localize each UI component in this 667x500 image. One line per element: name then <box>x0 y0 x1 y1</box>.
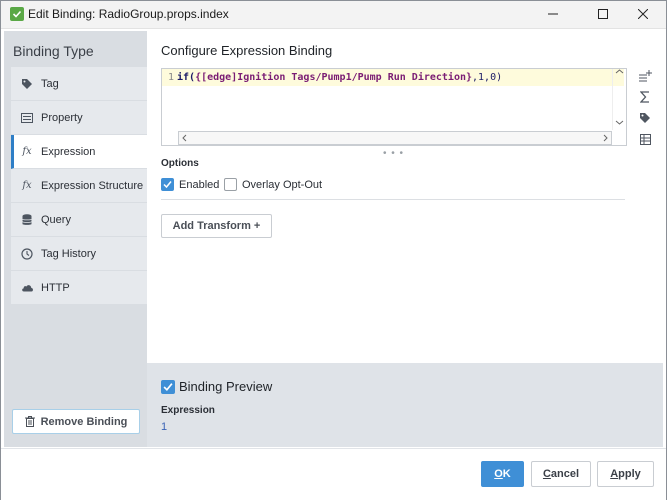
clock-icon <box>19 247 35 261</box>
remove-binding-label: Remove Binding <box>40 415 128 428</box>
binding-type-label: Property <box>41 111 83 124</box>
check-icon <box>10 7 24 21</box>
overlay-opt-out-checkbox[interactable] <box>224 178 237 191</box>
divider <box>161 199 625 200</box>
ok-label: OK <box>494 468 511 480</box>
ok-button[interactable]: OK <box>481 461 524 487</box>
maximize-icon <box>598 8 608 22</box>
dialog-footer: OK Cancel Apply <box>1 448 666 500</box>
binding-type-expression[interactable]: fx Expression <box>11 135 149 169</box>
checkmark-icon <box>163 382 173 391</box>
binding-type-label: Tag History <box>41 247 97 260</box>
checkmark-icon <box>163 181 172 189</box>
code-tag-path: {[edge]Ignition Tags/Pump1/Pump Run Dire… <box>195 72 473 83</box>
fx-icon: fx <box>19 179 35 193</box>
fx-glyph: fx <box>22 146 32 157</box>
binding-type-query[interactable]: Query <box>11 203 149 237</box>
close-icon <box>637 8 649 22</box>
code-prefix: if( <box>177 72 196 83</box>
binding-type-panel: Binding Type Tag Property fx Expression … <box>4 31 149 447</box>
list-icon <box>19 111 35 125</box>
configure-panel: Configure Expression Binding 1 if({[edge… <box>147 31 663 361</box>
binding-type-property[interactable]: Property <box>11 101 149 135</box>
overlay-opt-out-option[interactable]: Overlay Opt-Out <box>224 178 322 191</box>
line-number: 1 <box>168 72 175 83</box>
trash-icon <box>24 416 35 427</box>
options-label: Options <box>161 158 199 169</box>
minimize-button[interactable] <box>530 1 576 28</box>
binding-type-list: Tag Property fx Expression fx Expression… <box>11 67 149 305</box>
config-title: Configure Expression Binding <box>161 43 333 58</box>
sigma-icon[interactable] <box>637 89 653 105</box>
remove-binding-button[interactable]: Remove Binding <box>12 409 140 434</box>
binding-type-tag-history[interactable]: Tag History <box>11 237 149 271</box>
binding-type-tag[interactable]: Tag <box>11 67 149 101</box>
enabled-label: Enabled <box>179 178 220 191</box>
binding-preview-panel: Binding Preview Expression 1 <box>147 363 663 447</box>
apply-button[interactable]: Apply <box>597 461 654 487</box>
binding-type-heading: Binding Type <box>13 43 94 59</box>
database-icon <box>19 213 35 227</box>
fx-icon: fx <box>19 145 35 159</box>
binding-type-label: Expression Structure <box>41 179 144 192</box>
binding-type-expression-structure[interactable]: fx Expression Structure <box>11 169 149 203</box>
cancel-button[interactable]: Cancel <box>531 461 591 487</box>
binding-type-label: Tag <box>41 77 59 90</box>
binding-type-label: Query <box>41 213 71 226</box>
expression-editor[interactable]: 1 if({[edge]Ignition Tags/Pump1/Pump Run… <box>161 68 627 146</box>
tag-icon <box>19 77 35 91</box>
apply-label: Apply <box>610 468 641 480</box>
overlay-opt-out-label: Overlay Opt-Out <box>242 178 323 191</box>
resize-handle[interactable]: • • • <box>383 148 404 159</box>
cloud-icon <box>19 281 35 295</box>
editor-tools <box>637 68 653 152</box>
close-button[interactable] <box>620 1 666 28</box>
enabled-option[interactable]: Enabled <box>161 178 219 191</box>
binding-type-label: HTTP <box>41 281 70 294</box>
add-line-icon[interactable] <box>637 68 653 84</box>
expression-code[interactable]: if({[edge]Ignition Tags/Pump1/Pump Run D… <box>177 72 502 83</box>
title-bar: Edit Binding: RadioGroup.props.index <box>1 1 666 29</box>
editor-line: 1 if({[edge]Ignition Tags/Pump1/Pump Run… <box>162 69 624 86</box>
fx-glyph: fx <box>22 180 32 191</box>
tag-icon[interactable] <box>637 110 653 126</box>
minimize-icon <box>548 8 558 22</box>
binding-preview-header[interactable]: Binding Preview <box>161 379 272 394</box>
expression-label: Expression <box>161 405 215 416</box>
add-transform-button[interactable]: Add Transform + <box>161 214 272 238</box>
edit-binding-dialog: Edit Binding: RadioGroup.props.index Bin… <box>0 0 667 500</box>
editor-vertical-scrollbar[interactable] <box>612 69 626 130</box>
binding-type-http[interactable]: HTTP <box>11 271 149 305</box>
enabled-checkbox[interactable] <box>161 178 174 191</box>
expression-value: 1 <box>161 421 168 433</box>
cancel-label: Cancel <box>542 468 580 480</box>
binding-preview-checkbox[interactable] <box>161 379 175 394</box>
binding-type-label: Expression <box>41 145 96 158</box>
table-icon[interactable] <box>637 131 653 147</box>
window-title: Edit Binding: RadioGroup.props.index <box>28 7 229 21</box>
code-suffix: ,1,0) <box>472 72 503 83</box>
editor-horizontal-scrollbar[interactable] <box>178 131 612 145</box>
binding-preview-title: Binding Preview <box>179 379 273 394</box>
